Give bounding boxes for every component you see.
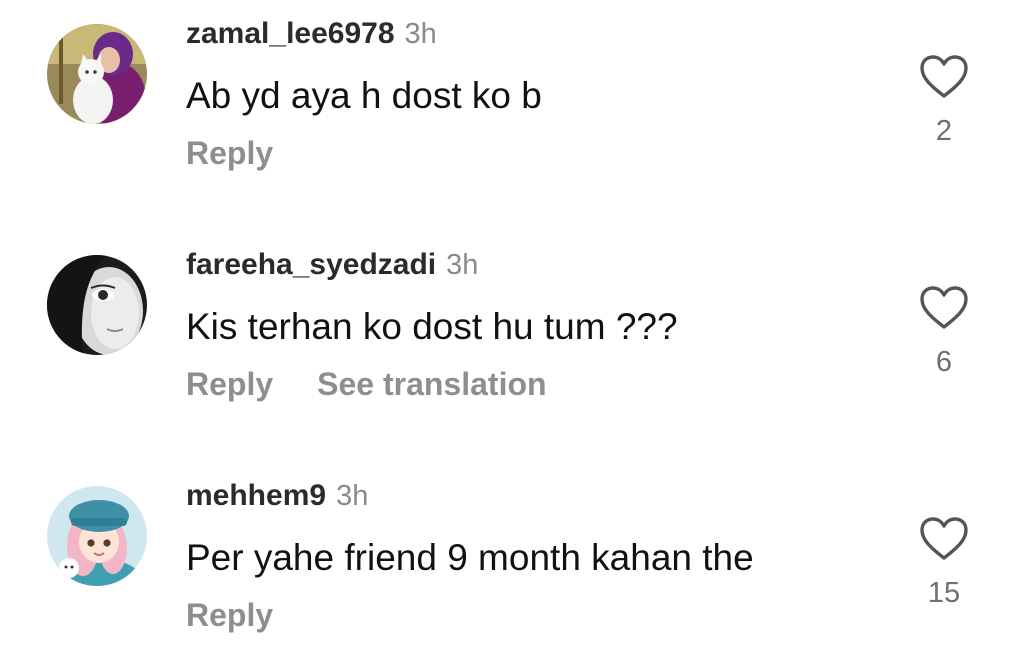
avatar[interactable] [47, 24, 147, 124]
comment-text: Kis terhan ko dost hu tum ??? [186, 306, 678, 347]
like-count: 2 [935, 115, 953, 147]
comment-actions: Reply [186, 594, 273, 643]
username[interactable]: zamal_lee6978 [186, 17, 395, 50]
see-translation-button[interactable]: See translation [317, 366, 546, 402]
comments-list: zamal_lee6978 3h Ab yd aya h dost ko b Re… [0, 0, 1024, 666]
timestamp: 3h [404, 18, 437, 50]
like-control: 6 [912, 285, 976, 379]
comment-actions: Reply [186, 132, 273, 181]
like-control: 15 [912, 516, 976, 610]
avatar-image [47, 486, 147, 586]
comment-header: zamal_lee6978 3h [186, 14, 437, 59]
reply-button[interactable]: Reply [186, 135, 273, 171]
comment-header: mehhem9 3h [186, 476, 368, 521]
avatar-image [47, 255, 147, 355]
username[interactable]: fareeha_syedzadi [186, 248, 436, 281]
comment-item: zamal_lee6978 3h Ab yd aya h dost ko b Re… [0, 0, 1024, 200]
timestamp: 3h [446, 249, 479, 281]
username[interactable]: mehhem9 [186, 479, 326, 512]
comment-text: Ab yd aya h dost ko b [186, 75, 542, 116]
comment-text: Per yahe friend 9 month kahan the [186, 537, 754, 578]
reply-button[interactable]: Reply [186, 597, 273, 633]
heart-outline-icon[interactable] [919, 516, 969, 562]
like-control: 2 [912, 54, 976, 148]
avatar[interactable] [47, 486, 147, 586]
avatar-image [47, 24, 147, 124]
timestamp: 3h [336, 480, 369, 512]
like-count: 6 [935, 346, 953, 378]
heart-outline-icon[interactable] [919, 285, 969, 331]
comment-item: mehhem9 3h Per yahe friend 9 month kahan … [0, 462, 1024, 662]
like-count: 15 [927, 577, 961, 609]
comment-actions: Reply See translation [186, 363, 547, 412]
comment-item: fareeha_syedzadi 3h Kis terhan ko dost hu… [0, 231, 1024, 431]
comment-header: fareeha_syedzadi 3h [186, 245, 478, 290]
avatar[interactable] [47, 255, 147, 355]
reply-button[interactable]: Reply [186, 366, 273, 402]
heart-outline-icon[interactable] [919, 54, 969, 100]
